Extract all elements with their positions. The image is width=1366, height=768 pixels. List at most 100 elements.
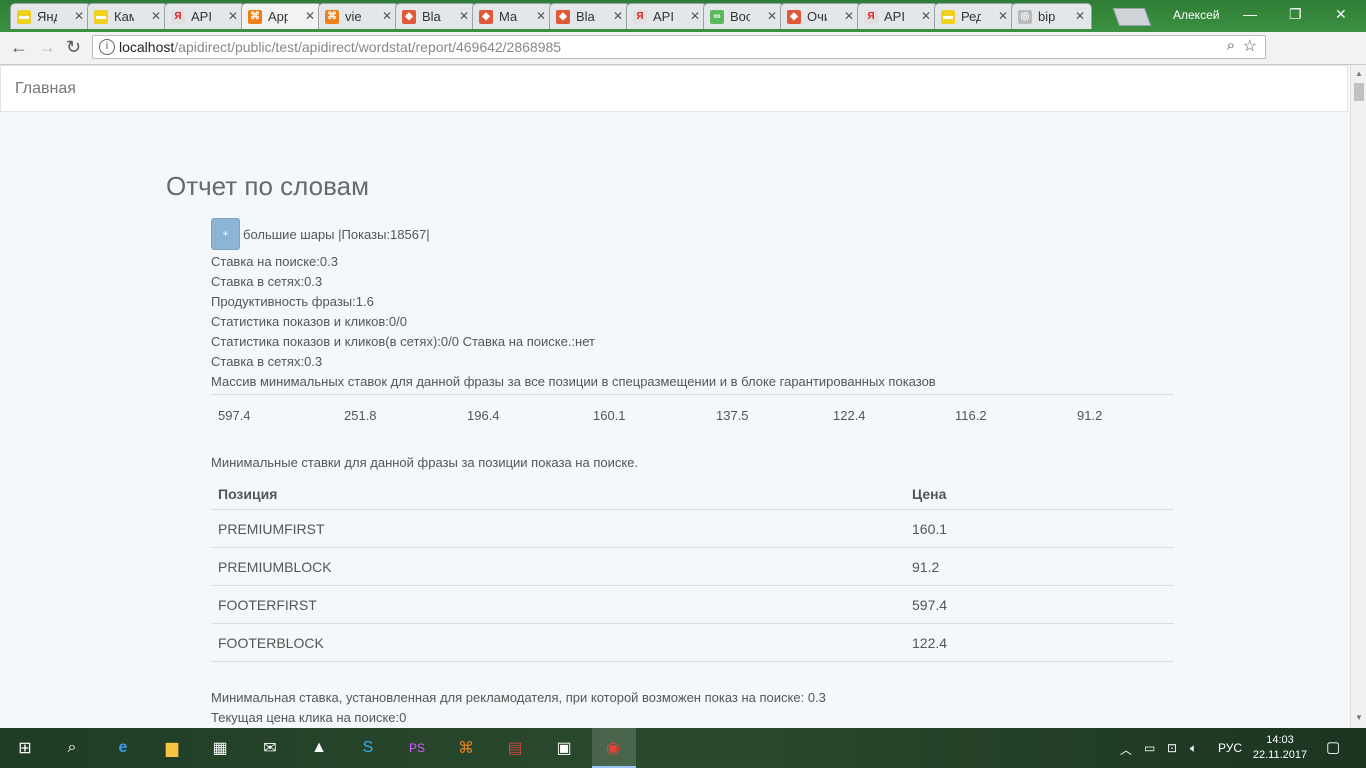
favicon-icon: Я <box>633 9 647 24</box>
table-row: PREMIUMFIRST 160.1 <box>211 509 1174 548</box>
phpstorm-icon[interactable]: PS <box>405 736 429 760</box>
tab[interactable]: ◎ bip ✕ <box>1011 3 1092 29</box>
close-tab-icon[interactable]: ✕ <box>459 9 469 23</box>
min-bid-value: 160.1 <box>593 407 626 423</box>
mail-icon[interactable]: ✉ <box>258 736 282 760</box>
network-icon[interactable]: ⊡ <box>1167 741 1177 755</box>
close-window-icon[interactable]: ✕ <box>1335 6 1347 23</box>
new-tab-button[interactable] <box>1112 8 1152 26</box>
favicon-icon: ◎ <box>1018 9 1032 24</box>
file-explorer-icon[interactable]: ▆ <box>160 736 184 760</box>
expand-button[interactable]: + <box>211 218 240 250</box>
forward-arrow-icon[interactable]: → <box>38 37 56 58</box>
photos-icon[interactable]: ▲ <box>307 736 331 760</box>
min-bids-row: 597.4 251.8 196.4 160.1 137.5 122.4 116.2 91.2 <box>211 394 1174 435</box>
tab[interactable]: ⌘ App ✕ <box>241 3 322 29</box>
close-tab-icon[interactable]: ✕ <box>998 9 1008 23</box>
tab[interactable]: ◆ Ma ✕ <box>472 3 553 29</box>
tab[interactable]: ∞ Boo ✕ <box>703 3 784 29</box>
notifications-icon[interactable]: ▢ <box>1326 738 1340 756</box>
nav-home-link[interactable]: Главная <box>15 80 76 98</box>
windows-start-icon[interactable]: ⊞ <box>13 736 37 760</box>
tab[interactable]: ▬ Янд ✕ <box>10 3 91 29</box>
tab-label: bip <box>1038 9 1056 24</box>
vertical-scrollbar[interactable]: ▲ ▼ <box>1350 65 1366 728</box>
tab-label: API <box>191 9 211 24</box>
info-icon[interactable]: i <box>99 39 115 55</box>
tab-label: App <box>268 9 288 24</box>
positions-table: Позиция Цена PREMIUMFIRST 160.1 PREMIUMBLOC… <box>211 479 1174 662</box>
close-tab-icon[interactable]: ✕ <box>690 9 700 23</box>
search-bids-caption: Минимальные ставки для данной фразы за п… <box>211 455 639 470</box>
favicon-icon: ▬ <box>941 9 955 24</box>
search-icon[interactable]: ⌕ <box>60 736 84 760</box>
close-tab-icon[interactable]: ✕ <box>151 9 161 23</box>
report-line: Ставка на поиске:0.3 <box>211 254 338 269</box>
favicon-icon: ◆ <box>787 9 801 24</box>
tab[interactable]: Я API ✕ <box>857 3 938 29</box>
favicon-icon: ◆ <box>479 9 493 24</box>
close-tab-icon[interactable]: ✕ <box>228 9 238 23</box>
report-line: Текущая цена клика на поиске:0 <box>211 710 407 725</box>
tab-label: Кам <box>114 9 134 24</box>
search-icon[interactable]: ⌕ <box>1227 37 1235 54</box>
close-tab-icon[interactable]: ✕ <box>305 9 315 23</box>
winrar-icon[interactable]: ▤ <box>503 736 527 760</box>
tab[interactable]: ◆ Bla ✕ <box>549 3 630 29</box>
report-line: Массив минимальных ставок для данной фра… <box>211 374 936 389</box>
battery-icon[interactable]: ▭ <box>1144 741 1155 755</box>
edge-icon[interactable]: e <box>111 736 135 760</box>
tab[interactable]: Я API ✕ <box>626 3 707 29</box>
tab-label: API <box>884 9 904 24</box>
phrase-row: + большие шары |Показы:18567| <box>211 218 1174 250</box>
url-text[interactable]: localhost/apidirect/public/test/apidirec… <box>119 39 561 55</box>
store-icon[interactable]: ▦ <box>208 736 232 760</box>
bookmark-star-icon[interactable]: ☆ <box>1243 36 1257 56</box>
reload-icon[interactable]: ↻ <box>66 37 81 58</box>
close-tab-icon[interactable]: ✕ <box>613 9 623 23</box>
tab-label: Ma <box>499 9 518 24</box>
close-tab-icon[interactable]: ✕ <box>921 9 931 23</box>
table-row: FOOTERFIRST 597.4 <box>211 585 1174 624</box>
report-content: + большие шары |Показы:18567| Ставка на … <box>211 218 1174 728</box>
tab-label: vie <box>345 9 362 24</box>
chrome-icon[interactable]: ◉ <box>601 736 625 760</box>
scroll-up-arrow-icon[interactable]: ▲ <box>1355 69 1363 78</box>
back-arrow-icon[interactable]: ← <box>10 37 28 58</box>
close-tab-icon[interactable]: ✕ <box>767 9 777 23</box>
tab[interactable]: ◆ Bla ✕ <box>395 3 476 29</box>
clock[interactable]: 14:03 22.11.2017 <box>1250 733 1310 763</box>
close-tab-icon[interactable]: ✕ <box>1075 9 1085 23</box>
web-page: Главная Отчет по словам + большие шары |… <box>0 65 1350 728</box>
close-tab-icon[interactable]: ✕ <box>382 9 392 23</box>
close-tab-icon[interactable]: ✕ <box>74 9 84 23</box>
maximize-icon[interactable]: ❐ <box>1289 6 1302 23</box>
favicon-icon: ▬ <box>17 9 31 24</box>
favicon-icon: ◆ <box>556 9 570 24</box>
chevron-up-icon[interactable]: ︿ <box>1120 741 1132 758</box>
skype-icon[interactable]: S <box>356 736 380 760</box>
address-bar[interactable]: i localhost/apidirect/public/test/apidir… <box>92 35 1266 59</box>
min-bid-value: 597.4 <box>218 407 251 423</box>
close-tab-icon[interactable]: ✕ <box>844 9 854 23</box>
table-row: PREMIUMBLOCK 91.2 <box>211 547 1174 586</box>
tab[interactable]: ◆ Очи ✕ <box>780 3 861 29</box>
tab[interactable]: Я API ✕ <box>164 3 245 29</box>
min-bid-value: 91.2 <box>1077 407 1103 423</box>
volume-icon[interactable]: 🔈︎ <box>1190 741 1197 756</box>
scroll-down-arrow-icon[interactable]: ▼ <box>1355 713 1363 722</box>
xampp-icon[interactable]: ⌘ <box>454 736 478 760</box>
app-icon[interactable]: ▣ <box>552 736 576 760</box>
language-indicator[interactable]: РУС <box>1218 741 1242 755</box>
close-tab-icon[interactable]: ✕ <box>536 9 546 23</box>
clock-date: 22.11.2017 <box>1252 749 1308 761</box>
scrollbar-thumb[interactable] <box>1354 83 1364 101</box>
minimize-icon[interactable]: — <box>1243 6 1257 22</box>
favicon-icon: ∞ <box>710 9 724 24</box>
tab[interactable]: ⌘ vie ✕ <box>318 3 399 29</box>
table-cell: 597.4 <box>905 585 1174 624</box>
profile-name[interactable]: Алексей <box>1173 8 1219 22</box>
table-cell: PREMIUMFIRST <box>211 509 905 548</box>
tab[interactable]: ▬ Кам ✕ <box>87 3 168 29</box>
tab[interactable]: ▬ Ред ✕ <box>934 3 1015 29</box>
